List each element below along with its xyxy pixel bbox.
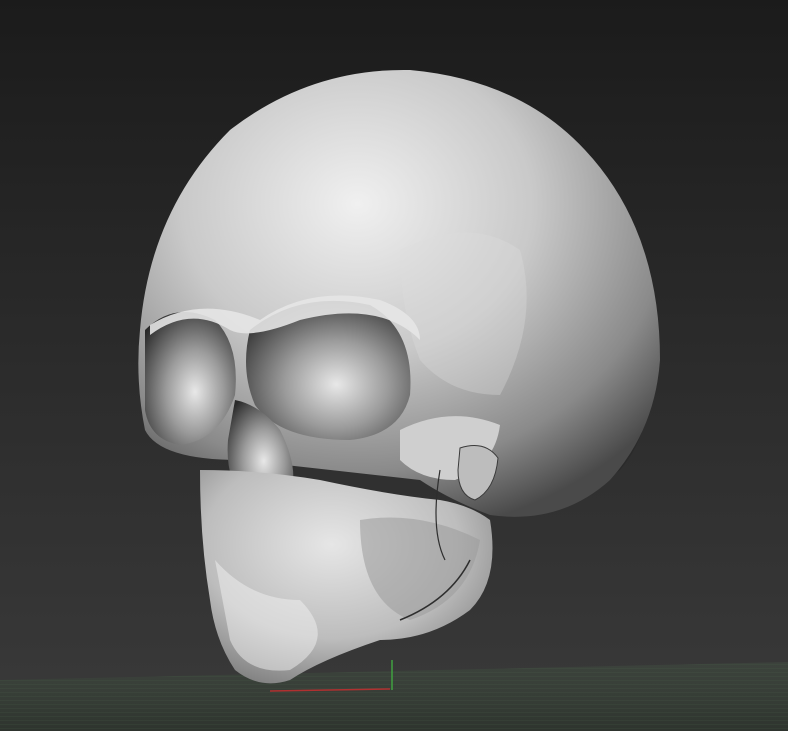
- viewport-3d[interactable]: [0, 0, 788, 731]
- floor-grid: [0, 660, 788, 731]
- scene-canvas[interactable]: [0, 0, 788, 731]
- skull-model[interactable]: [138, 69, 661, 684]
- cranium: [138, 69, 661, 517]
